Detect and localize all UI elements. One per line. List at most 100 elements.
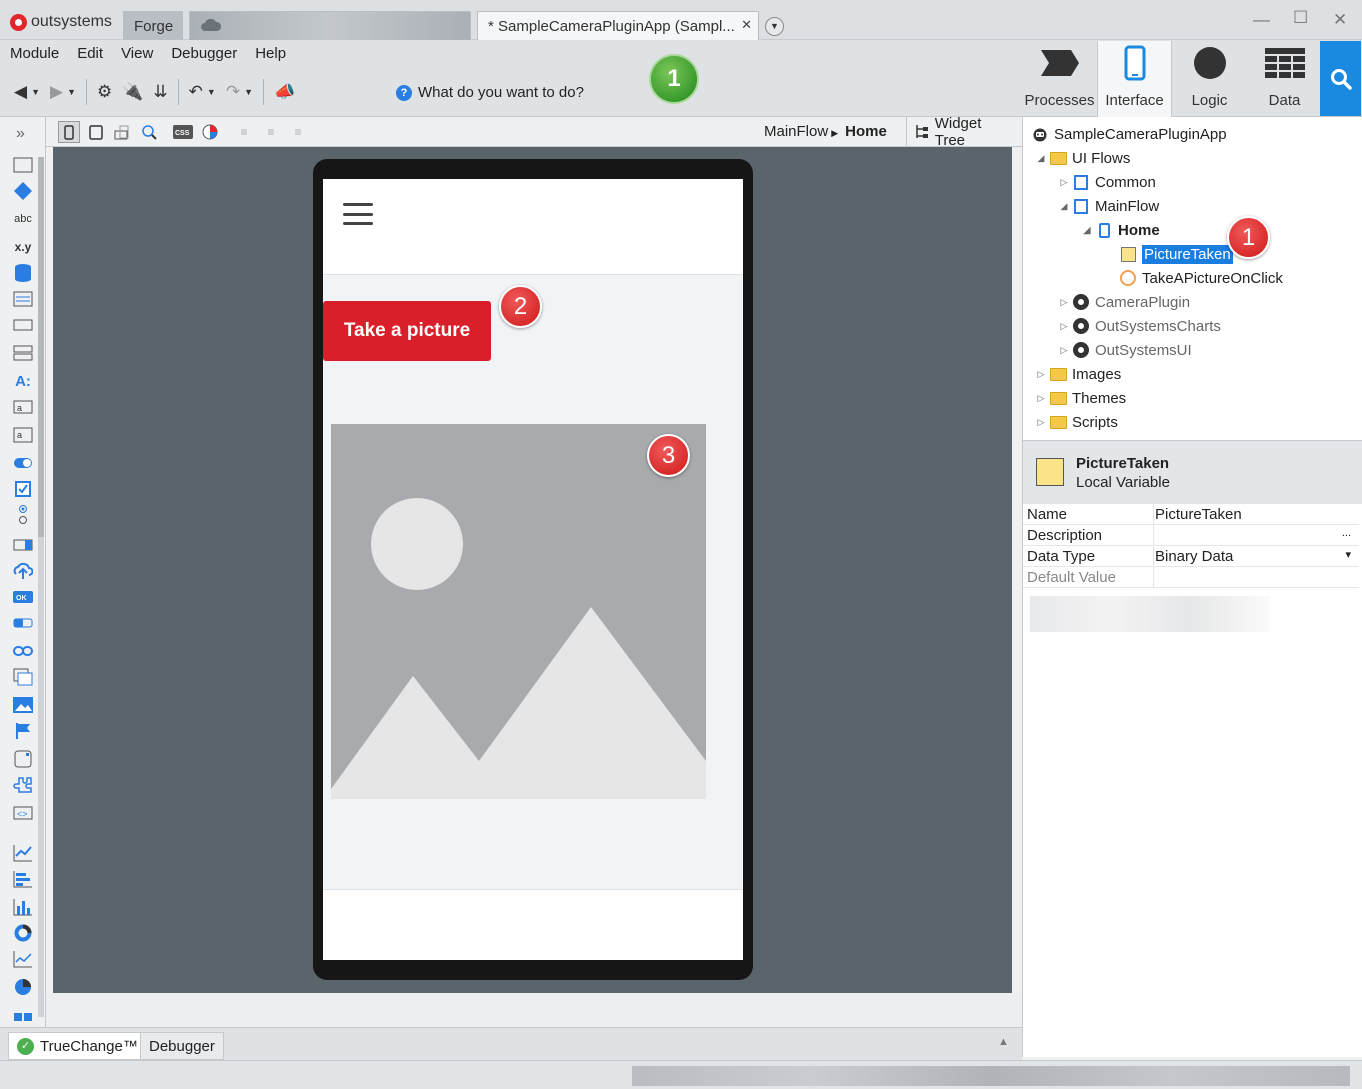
tree-node-outsystems-charts[interactable]: ▷ OutSystemsCharts bbox=[1058, 315, 1221, 337]
close-tab-icon[interactable]: ✕ bbox=[741, 17, 752, 33]
line-chart-widget-icon[interactable] bbox=[12, 843, 34, 863]
close-window-button[interactable]: ✕ bbox=[1333, 10, 1347, 30]
property-row-default-value[interactable]: Default Value bbox=[1023, 567, 1359, 588]
tree-node-outsystems-ui[interactable]: ▷ OutSystemsUI bbox=[1058, 339, 1192, 361]
switch-widget-icon[interactable] bbox=[12, 453, 34, 473]
collapse-caret-icon[interactable]: ◢ bbox=[1035, 153, 1047, 164]
plugin-widget-icon[interactable] bbox=[12, 775, 34, 795]
tree-node-common[interactable]: ▷ Common bbox=[1058, 171, 1156, 193]
tree-node-picture-taken[interactable]: PictureTaken bbox=[1117, 243, 1233, 265]
announce-megaphone-icon[interactable]: 📣 bbox=[274, 82, 295, 102]
tab-interface[interactable]: Interface bbox=[1097, 41, 1172, 118]
input-widget-icon[interactable]: a bbox=[12, 397, 34, 417]
palette-scrollbar[interactable] bbox=[38, 157, 44, 1017]
css-editor-button[interactable]: CSS bbox=[172, 121, 194, 143]
chevron-down-icon[interactable]: ▾ bbox=[1345, 548, 1351, 561]
tablet-preview-button[interactable] bbox=[85, 121, 107, 143]
tree-node-scripts[interactable]: ▷ Scripts bbox=[1035, 411, 1118, 433]
collapse-caret-icon[interactable]: ◢ bbox=[1058, 201, 1070, 212]
breadcrumb-flow[interactable]: MainFlow bbox=[764, 123, 828, 140]
forward-icon[interactable]: ▶ bbox=[50, 82, 63, 102]
hamburger-menu-icon[interactable] bbox=[343, 203, 373, 225]
menu-debugger[interactable]: Debugger bbox=[171, 45, 237, 62]
collapse-caret-icon[interactable]: ◢ bbox=[1081, 225, 1093, 236]
radio-widget-icon[interactable] bbox=[12, 505, 34, 525]
menu-module[interactable]: Module bbox=[10, 45, 59, 62]
property-data-type-select[interactable]: Binary Data bbox=[1155, 548, 1233, 565]
tree-node-module[interactable]: SampleCameraPluginApp bbox=[1029, 123, 1227, 145]
publish-icon[interactable]: ⇊ bbox=[153, 82, 167, 102]
aggregate-widget-icon[interactable] bbox=[12, 263, 34, 283]
pie-chart-widget-icon[interactable] bbox=[12, 977, 34, 997]
screen-header[interactable] bbox=[323, 179, 743, 275]
back-icon[interactable]: ◀ bbox=[14, 82, 27, 102]
form-widget-icon[interactable] bbox=[12, 343, 34, 363]
tree-node-take-a-picture-on-click[interactable]: TakeAPictureOnClick bbox=[1117, 267, 1283, 289]
back-history-caret[interactable]: ▼ bbox=[31, 87, 40, 97]
maximize-button[interactable]: ☐ bbox=[1293, 8, 1308, 28]
table-widget-icon[interactable] bbox=[12, 315, 34, 335]
what-do-you-want-search[interactable]: ? What do you want to do? bbox=[396, 84, 584, 101]
expand-caret-icon[interactable]: ▷ bbox=[1035, 417, 1047, 428]
popup-widget-icon[interactable] bbox=[12, 749, 34, 769]
property-row-name[interactable]: Name PictureTaken bbox=[1023, 504, 1359, 525]
expand-caret-icon[interactable]: ▷ bbox=[1035, 369, 1047, 380]
undo-caret[interactable]: ▼ bbox=[207, 87, 216, 97]
tree-node-images[interactable]: ▷ Images bbox=[1035, 363, 1122, 385]
dropdown-widget-icon[interactable] bbox=[12, 535, 34, 555]
menu-help[interactable]: Help bbox=[255, 45, 286, 62]
align-left-icon[interactable]: ≡ bbox=[233, 121, 255, 143]
tree-node-themes[interactable]: ▷ Themes bbox=[1035, 387, 1127, 409]
global-search-button[interactable] bbox=[1320, 41, 1361, 116]
expand-caret-icon[interactable]: ▷ bbox=[1058, 345, 1070, 356]
upload-widget-icon[interactable] bbox=[12, 561, 34, 581]
expand-caret-icon[interactable]: ▷ bbox=[1058, 321, 1070, 332]
donut-chart-widget-icon[interactable] bbox=[12, 923, 34, 943]
list-widget-icon[interactable] bbox=[12, 289, 34, 309]
expression-widget-icon[interactable]: x.y bbox=[12, 237, 34, 257]
tree-node-home[interactable]: ◢ Home bbox=[1081, 219, 1160, 241]
html-element-widget-icon[interactable]: <> bbox=[12, 803, 34, 823]
tab-list-dropdown[interactable]: ▼ bbox=[765, 17, 784, 36]
expand-caret-icon[interactable]: ▷ bbox=[1058, 177, 1070, 188]
forward-history-caret[interactable]: ▼ bbox=[67, 87, 76, 97]
tree-node-camera-plugin[interactable]: ▷ CameraPlugin bbox=[1058, 291, 1191, 313]
description-more-button[interactable]: ... bbox=[1342, 527, 1351, 539]
list-items-widget-icon[interactable] bbox=[12, 667, 34, 687]
link-widget-icon[interactable] bbox=[12, 641, 34, 661]
breadcrumb-screen[interactable]: Home bbox=[845, 123, 887, 140]
menu-view[interactable]: View bbox=[121, 45, 153, 62]
expand-caret-icon[interactable]: ▷ bbox=[1035, 393, 1047, 404]
textarea-widget-icon[interactable]: a bbox=[12, 425, 34, 445]
minimize-button[interactable]: — bbox=[1253, 10, 1270, 30]
tab-data[interactable]: Data bbox=[1247, 41, 1322, 116]
expand-caret-icon[interactable]: ▷ bbox=[1058, 297, 1070, 308]
debug-plug-icon[interactable]: 🔌 bbox=[122, 82, 143, 102]
property-row-description[interactable]: Description ... bbox=[1023, 525, 1359, 546]
tab-processes[interactable]: Processes bbox=[1022, 41, 1097, 116]
tree-node-ui-flows[interactable]: ◢ UI Flows bbox=[1035, 147, 1131, 169]
tab-cloud-environment[interactable] bbox=[189, 11, 471, 40]
tab-module[interactable]: * SampleCameraPluginApp (Sampl... ✕ bbox=[477, 11, 759, 40]
button-widget-icon[interactable]: OK bbox=[12, 587, 34, 607]
property-row-data-type[interactable]: Data Type Binary Data ▾ bbox=[1023, 546, 1359, 567]
screen-footer[interactable] bbox=[323, 889, 743, 960]
rotate-preview-button[interactable] bbox=[112, 121, 134, 143]
tab-logic[interactable]: Logic bbox=[1172, 41, 1247, 116]
theme-palette-button[interactable] bbox=[199, 121, 221, 143]
expand-panel-icon[interactable]: ▲ bbox=[998, 1036, 1009, 1048]
image-widget-icon[interactable] bbox=[12, 695, 34, 715]
align-right-icon[interactable]: ≡ bbox=[287, 121, 309, 143]
label-widget-icon[interactable]: A: bbox=[12, 371, 34, 391]
expand-palette-icon[interactable]: » bbox=[16, 125, 25, 143]
image-placeholder[interactable] bbox=[331, 424, 706, 799]
tree-node-mainflow[interactable]: ◢ MainFlow bbox=[1058, 195, 1160, 217]
phone-preview-button[interactable] bbox=[58, 121, 80, 143]
align-center-icon[interactable]: ≡ bbox=[260, 121, 282, 143]
flag-widget-icon[interactable] bbox=[12, 721, 34, 741]
tab-debugger[interactable]: Debugger bbox=[140, 1032, 224, 1060]
preview-data-button[interactable] bbox=[138, 121, 160, 143]
checkbox-widget-icon[interactable] bbox=[12, 479, 34, 499]
take-picture-button[interactable]: Take a picture bbox=[323, 301, 491, 361]
bar-chart-horizontal-widget-icon[interactable] bbox=[12, 869, 34, 889]
